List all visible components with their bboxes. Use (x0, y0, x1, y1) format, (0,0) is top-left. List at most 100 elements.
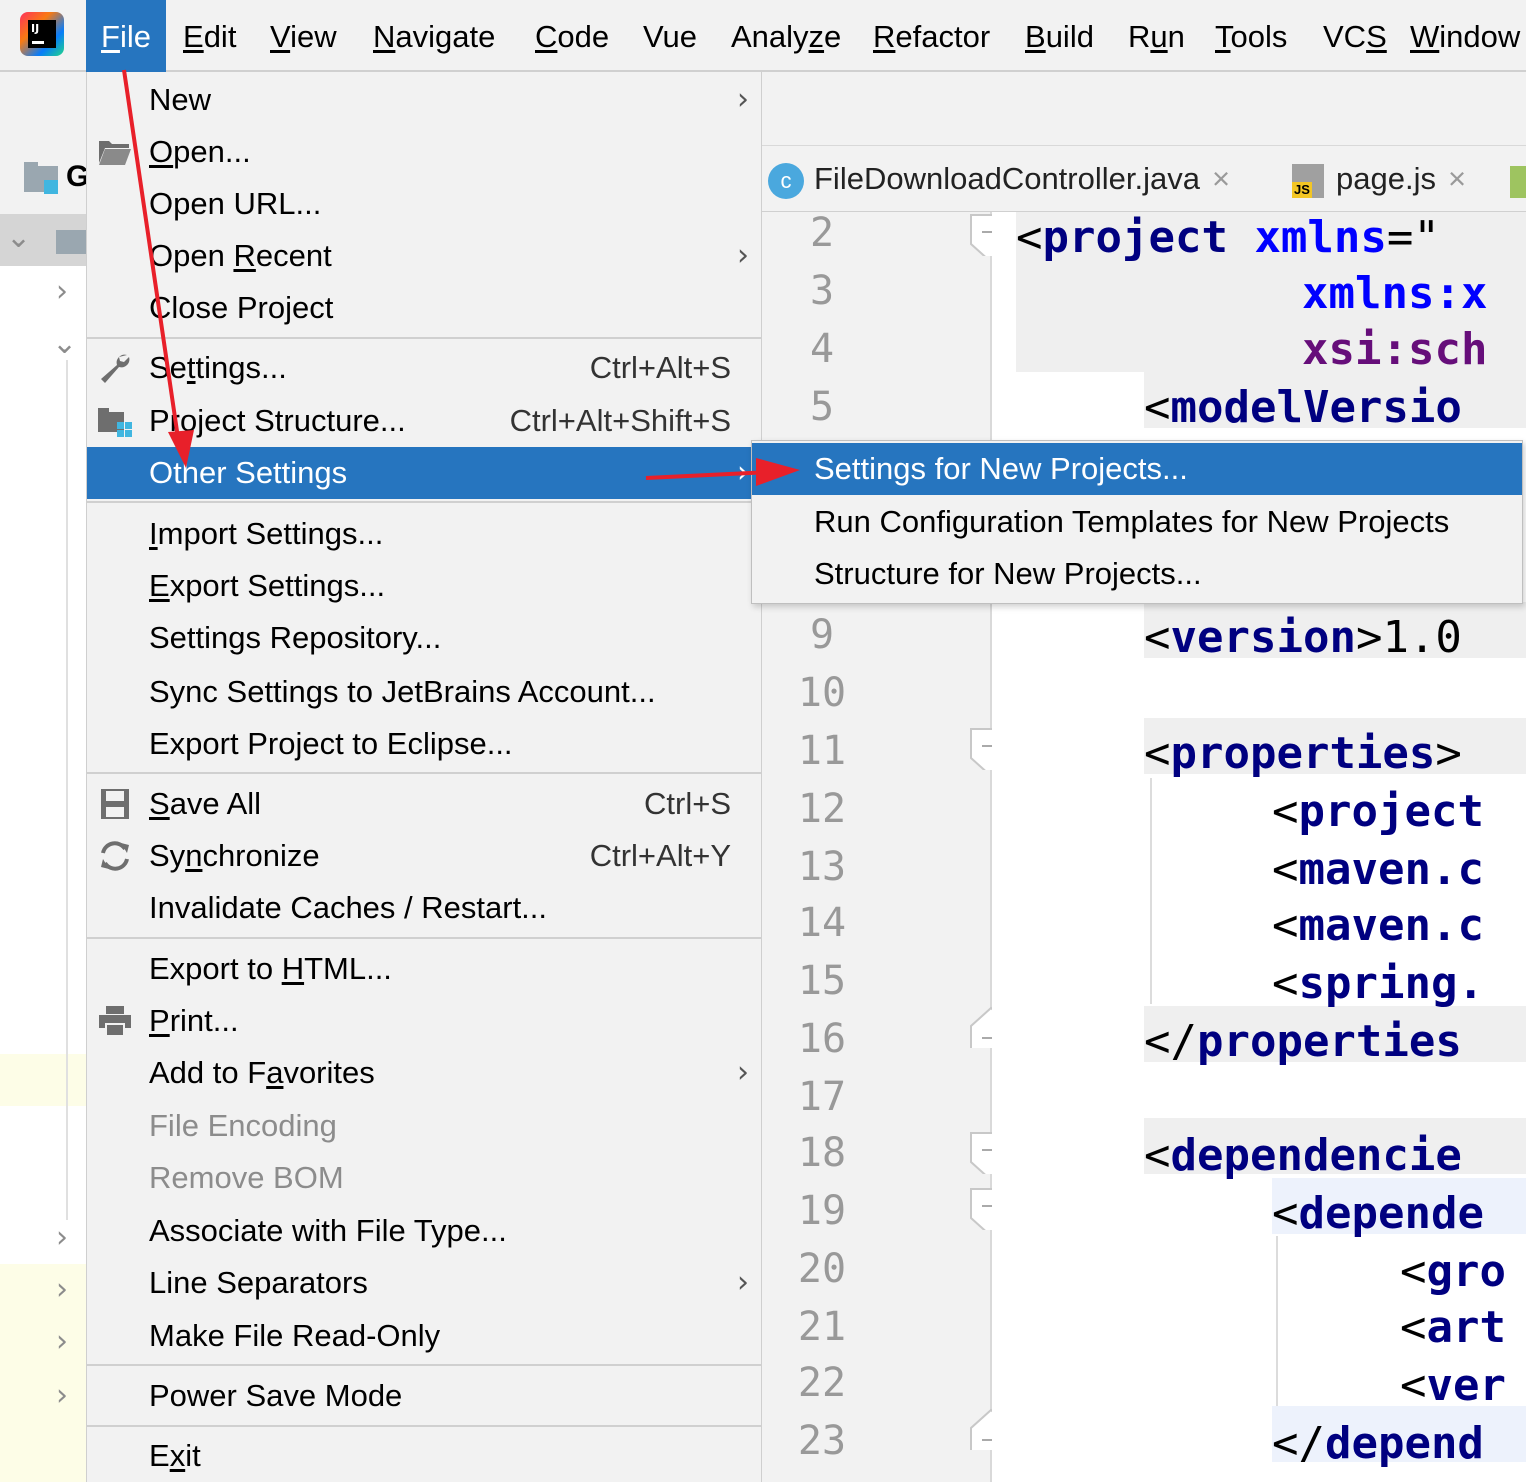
line-number: 2 (809, 210, 835, 256)
menubar-item[interactable]: Navigate (373, 0, 495, 72)
menubar-item[interactable]: Vue (643, 0, 697, 72)
tree-row-highlight (0, 1264, 86, 1482)
line-number: 18 (797, 1130, 847, 1176)
code-line-14: <maven.c (1272, 900, 1484, 951)
menu-item-exit[interactable]: Exit (87, 1430, 761, 1482)
line-number: 15 (797, 958, 847, 1004)
menu-item-label: Settings Repository... (149, 620, 442, 655)
menu-item-open[interactable]: Open... (87, 126, 761, 178)
menu-item-add-favorites[interactable]: Add to Favorites › (87, 1047, 761, 1099)
menu-item-associate-file-type[interactable]: Associate with File Type... (87, 1205, 761, 1257)
code-line-20: <gro (1400, 1246, 1506, 1297)
project-tree-selected-row[interactable]: ⌄ (0, 214, 86, 266)
chevron-right-icon[interactable]: › (56, 274, 68, 309)
code-editor[interactable]: <project xmlns=" xmlns:x xsi:sch <modelV… (992, 212, 1526, 1482)
menubar-item[interactable]: Run (1128, 0, 1185, 72)
menu-item-remove-bom: Remove BOM (87, 1152, 761, 1204)
chevron-right-icon: › (737, 238, 749, 273)
menu-item-label: Exit (149, 1438, 201, 1473)
menu-item-line-separators[interactable]: Line Separators › (87, 1257, 761, 1309)
menu-item-new[interactable]: New › (87, 74, 761, 126)
chevron-right-icon[interactable]: › (56, 1272, 68, 1307)
project-structure-icon (98, 408, 132, 437)
editor-tabbar: c FileDownloadController.java × JS page.js × (762, 146, 1526, 212)
menu-item-label: Open URL... (149, 186, 322, 221)
tab-page-js[interactable]: JS page.js × (1292, 146, 1466, 212)
menubar-item[interactable]: Build (1025, 0, 1094, 72)
code-line-16: </properties (1144, 1016, 1462, 1067)
printer-icon (99, 1006, 131, 1037)
menu-item-export-html[interactable]: Export to HTML... (87, 943, 761, 995)
chevron-right-icon[interactable]: › (56, 1378, 68, 1413)
menu-item-label: Import Settings... (149, 516, 384, 551)
chevron-down-icon[interactable]: ⌄ (6, 220, 31, 255)
menu-item-settings[interactable]: Settings... Ctrl+Alt+S (87, 342, 761, 394)
tab-label: FileDownloadController.java (814, 161, 1200, 196)
menubar-item[interactable]: VCS (1323, 0, 1387, 72)
menu-item-label: Sync Settings to JetBrains Account... (149, 674, 656, 709)
menu-item-close-project[interactable]: Close Project (87, 282, 761, 334)
menu-item-label: Remove BOM (149, 1160, 344, 1195)
menu-item-other-settings[interactable]: Other Settings › (87, 447, 761, 499)
shortcut-label: Ctrl+Alt+S (589, 350, 731, 385)
html-file-icon[interactable] (1510, 166, 1526, 198)
menu-item-export-settings[interactable]: Export Settings... (87, 560, 761, 612)
line-number: 16 (797, 1016, 847, 1062)
code-line-15: <spring. (1272, 958, 1484, 1009)
menu-item-export-eclipse[interactable]: Export Project to Eclipse... (87, 718, 761, 770)
line-number: 12 (797, 786, 847, 832)
menu-item-import-settings[interactable]: Import Settings... (87, 508, 761, 560)
line-number: 9 (809, 612, 835, 658)
javascript-file-icon: JS (1292, 163, 1324, 198)
menubar-item[interactable]: Edit (183, 0, 236, 72)
menu-item-open-recent[interactable]: Open Recent › (87, 230, 761, 282)
code-line-22: <ver (1400, 1360, 1506, 1411)
menu-item-label: Structure for New Projects... (814, 556, 1202, 591)
line-number: 13 (797, 844, 847, 890)
close-icon[interactable]: × (1212, 161, 1230, 196)
menubar-item[interactable]: Refactor (873, 0, 990, 72)
menu-item-print[interactable]: Print... (87, 995, 761, 1047)
tab-filedownloadcontroller[interactable]: c FileDownloadController.java × (768, 146, 1230, 212)
menubar-item[interactable]: Window (1410, 0, 1520, 72)
menu-item-label: Synchronize (149, 838, 320, 873)
menubar-item[interactable]: Tools (1215, 0, 1287, 72)
menu-separator (87, 1425, 761, 1427)
menubar-item[interactable]: Code (535, 0, 609, 72)
menu-item-label: Open... (149, 134, 251, 169)
code-line-23: </depend (1272, 1418, 1484, 1469)
menu-item-save-all[interactable]: Save All Ctrl+S (87, 778, 761, 830)
chevron-right-icon[interactable]: › (56, 1324, 68, 1359)
wrench-icon (101, 354, 130, 383)
menubar-item[interactable]: Analyze (731, 0, 841, 72)
menu-item-sync-settings[interactable]: Sync Settings to JetBrains Account... (87, 666, 761, 718)
menu-item-label: Run Configuration Templates for New Proj… (814, 504, 1450, 539)
code-line-11: <properties> (1144, 728, 1462, 779)
menu-item-open-url[interactable]: Open URL... (87, 178, 761, 230)
menu-item-power-save-mode[interactable]: Power Save Mode (87, 1370, 761, 1422)
menu-item-settings-repository[interactable]: Settings Repository... (87, 612, 761, 664)
menu-separator (87, 501, 761, 503)
menu-item-synchronize[interactable]: Synchronize Ctrl+Alt+Y (87, 830, 761, 882)
menu-item-make-read-only[interactable]: Make File Read-Only (87, 1310, 761, 1362)
folder-icon (24, 162, 58, 194)
submenu-item-settings-new-projects[interactable]: Settings for New Projects... (752, 443, 1522, 495)
code-line-5: <modelVersio (1144, 382, 1462, 433)
chevron-right-icon[interactable]: › (56, 1220, 68, 1255)
menu-item-project-structure[interactable]: Project Structure... Ctrl+Alt+Shift+S (87, 395, 761, 447)
open-folder-icon (99, 141, 131, 165)
submenu-item-structure-new-projects[interactable]: Structure for New Projects... (752, 548, 1522, 600)
menu-separator (87, 937, 761, 939)
line-number: 14 (797, 900, 847, 946)
menubar-item[interactable]: View (270, 0, 337, 72)
chevron-down-icon[interactable]: ⌄ (52, 326, 77, 361)
code-line-2: <project xmlns=" (1016, 212, 1440, 263)
menu-item-invalidate-caches[interactable]: Invalidate Caches / Restart... (87, 882, 761, 934)
submenu-item-run-config-templates[interactable]: Run Configuration Templates for New Proj… (752, 496, 1522, 548)
chevron-right-icon: › (737, 82, 749, 117)
menubar-item[interactable]: File (86, 0, 166, 72)
menu-item-label: Power Save Mode (149, 1378, 403, 1413)
file-menu-dropdown: New › Open... Open URL... Open Recent › … (86, 72, 762, 1482)
close-icon[interactable]: × (1448, 161, 1466, 196)
code-line-18: <dependencie (1144, 1130, 1462, 1181)
